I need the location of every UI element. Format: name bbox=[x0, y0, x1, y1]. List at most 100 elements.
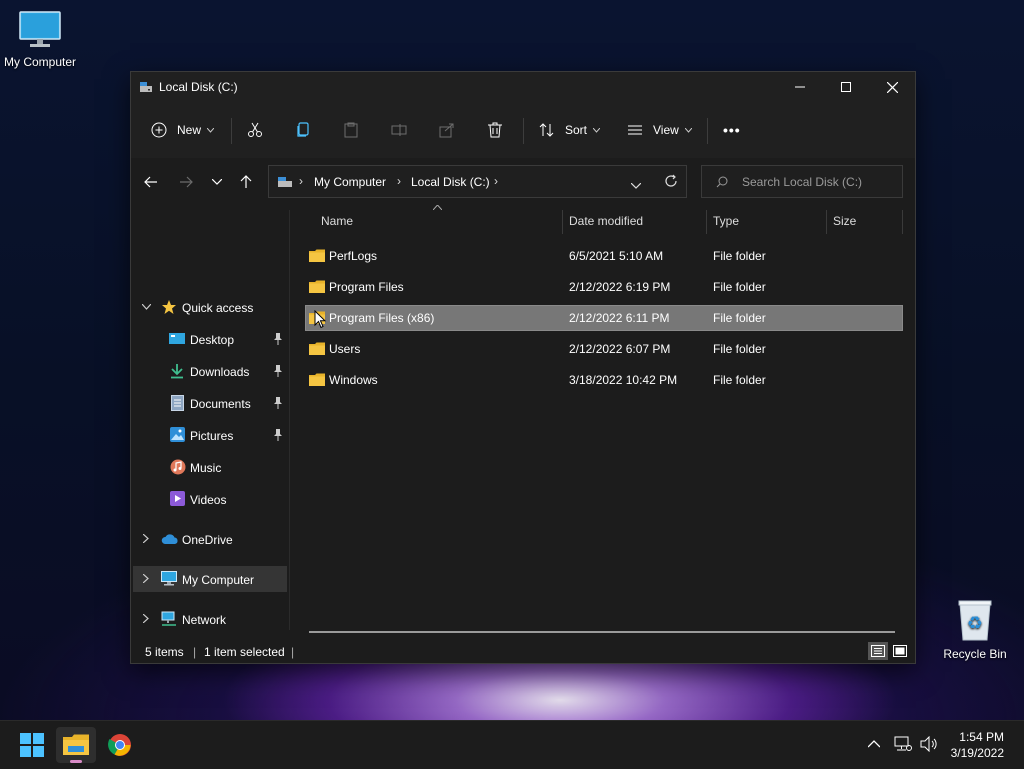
view-button[interactable]: View bbox=[627, 116, 697, 144]
pane-splitter[interactable] bbox=[289, 210, 290, 630]
downloads-icon bbox=[171, 364, 183, 379]
nav-item-onedrive[interactable]: OneDrive bbox=[133, 526, 287, 552]
nav-item-downloads[interactable]: Downloads bbox=[133, 358, 287, 384]
up-button[interactable] bbox=[234, 170, 258, 194]
nav-label: Downloads bbox=[190, 365, 250, 379]
minimize-button[interactable] bbox=[777, 72, 823, 102]
plus-circle-icon bbox=[151, 122, 167, 138]
start-button[interactable] bbox=[12, 727, 52, 763]
nav-label: OneDrive bbox=[182, 533, 233, 547]
breadcrumb-local-disk[interactable]: Local Disk (C:) bbox=[411, 175, 490, 189]
network-icon bbox=[161, 611, 176, 626]
taskbar-chrome[interactable] bbox=[100, 727, 140, 763]
table-row[interactable]: Windows 3/18/2022 10:42 PM File folder bbox=[305, 367, 903, 393]
folder-icon bbox=[309, 249, 325, 262]
back-button[interactable] bbox=[139, 170, 163, 194]
title-bar[interactable]: Local Disk (C:) bbox=[131, 72, 915, 102]
share-button[interactable] bbox=[439, 116, 459, 144]
horizontal-scrollbar[interactable] bbox=[309, 631, 895, 633]
forward-button[interactable] bbox=[174, 170, 198, 194]
table-row-selected[interactable]: Program Files (x86) 2/12/2022 6:11 PM Fi… bbox=[305, 305, 903, 331]
rename-button[interactable] bbox=[391, 116, 411, 144]
cut-button[interactable] bbox=[247, 116, 267, 144]
column-header-name[interactable]: Name bbox=[321, 214, 353, 228]
chevron-down-icon bbox=[207, 127, 215, 133]
column-divider[interactable] bbox=[562, 210, 563, 234]
more-options-icon: ••• bbox=[723, 122, 741, 138]
nav-item-pictures[interactable]: Pictures bbox=[133, 422, 287, 448]
desktop-icon-label: Recycle Bin bbox=[943, 647, 1007, 661]
column-header-date[interactable]: Date modified bbox=[569, 214, 643, 228]
trash-icon bbox=[488, 122, 502, 138]
paste-button[interactable] bbox=[343, 116, 363, 144]
nav-item-documents[interactable]: Documents bbox=[133, 390, 287, 416]
copy-button[interactable] bbox=[295, 116, 315, 144]
desktop-folder-icon bbox=[169, 333, 185, 344]
mouse-cursor-icon bbox=[314, 310, 326, 329]
recent-locations-button[interactable] bbox=[205, 170, 229, 194]
nav-label: Documents bbox=[190, 397, 251, 411]
documents-icon bbox=[171, 395, 184, 411]
clock[interactable]: 1:54 PM 3/19/2022 bbox=[951, 729, 1004, 761]
address-bar[interactable]: › My Computer › Local Disk (C:) › bbox=[268, 165, 687, 198]
file-name: Users bbox=[329, 342, 361, 356]
file-name: Program Files (x86) bbox=[329, 311, 435, 325]
monitor-icon bbox=[161, 571, 177, 586]
network-status-button[interactable] bbox=[894, 736, 912, 755]
nav-item-videos[interactable]: Videos bbox=[133, 486, 287, 512]
nav-item-my-computer[interactable]: My Computer bbox=[133, 566, 287, 592]
chevron-down-icon bbox=[212, 179, 222, 185]
close-button[interactable] bbox=[869, 72, 915, 102]
pin-icon bbox=[274, 397, 282, 409]
copy-icon bbox=[297, 122, 309, 137]
navigation-pane: Quick access Desktop Downloads Documents… bbox=[131, 206, 291, 636]
column-header-type[interactable]: Type bbox=[713, 214, 739, 228]
address-history-button[interactable] bbox=[630, 178, 642, 192]
more-options-button[interactable]: ••• bbox=[723, 116, 747, 144]
table-row[interactable]: PerfLogs 6/5/2021 5:10 AM File folder bbox=[305, 243, 903, 269]
pin-icon bbox=[274, 333, 282, 345]
arrow-left-icon bbox=[144, 176, 157, 188]
pin-icon bbox=[274, 429, 282, 441]
list-view-icon bbox=[628, 125, 642, 135]
nav-label: Network bbox=[182, 613, 227, 627]
file-date: 3/18/2022 10:42 PM bbox=[569, 373, 678, 387]
desktop-icon-my-computer[interactable]: My Computer bbox=[0, 10, 80, 69]
chevron-down-icon bbox=[684, 127, 692, 133]
folder-icon bbox=[309, 373, 325, 386]
nav-item-network[interactable]: Network bbox=[133, 606, 287, 632]
column-divider[interactable] bbox=[706, 210, 707, 234]
tiles-view-button[interactable] bbox=[890, 642, 910, 660]
minimize-icon bbox=[795, 86, 805, 88]
drive-icon bbox=[140, 82, 152, 92]
refresh-button[interactable] bbox=[664, 174, 678, 191]
desktop-icon-recycle-bin[interactable]: ♻ Recycle Bin bbox=[935, 598, 1015, 661]
monitor-icon bbox=[19, 11, 61, 47]
nav-item-desktop[interactable]: Desktop bbox=[133, 326, 287, 352]
file-date: 6/5/2021 5:10 AM bbox=[569, 249, 664, 263]
cloud-icon bbox=[161, 534, 178, 544]
column-header-size[interactable]: Size bbox=[833, 214, 856, 228]
delete-button[interactable] bbox=[487, 116, 507, 144]
show-hidden-icons-button[interactable] bbox=[867, 735, 881, 751]
volume-button[interactable] bbox=[920, 735, 938, 755]
search-icon bbox=[716, 176, 728, 188]
details-view-button[interactable] bbox=[868, 642, 888, 660]
sort-button[interactable]: Sort bbox=[539, 116, 603, 144]
table-row[interactable]: Program Files 2/12/2022 6:19 PM File fol… bbox=[305, 274, 903, 300]
nav-item-music[interactable]: Music bbox=[133, 454, 287, 480]
nav-item-quick-access[interactable]: Quick access bbox=[133, 294, 287, 320]
column-divider[interactable] bbox=[826, 210, 827, 234]
chevron-right-icon bbox=[143, 614, 149, 623]
breadcrumb-my-computer[interactable]: My Computer bbox=[314, 175, 386, 189]
pin-icon bbox=[274, 365, 282, 377]
new-button[interactable]: New bbox=[151, 116, 217, 144]
file-name: Windows bbox=[329, 373, 378, 387]
folder-icon bbox=[309, 342, 325, 355]
table-row[interactable]: Users 2/12/2022 6:07 PM File folder bbox=[305, 336, 903, 362]
search-box[interactable]: Search Local Disk (C:) bbox=[701, 165, 903, 198]
maximize-button[interactable] bbox=[823, 72, 869, 102]
view-button-label: View bbox=[653, 123, 679, 137]
column-divider[interactable] bbox=[902, 210, 903, 234]
taskbar-file-explorer[interactable] bbox=[56, 727, 96, 763]
